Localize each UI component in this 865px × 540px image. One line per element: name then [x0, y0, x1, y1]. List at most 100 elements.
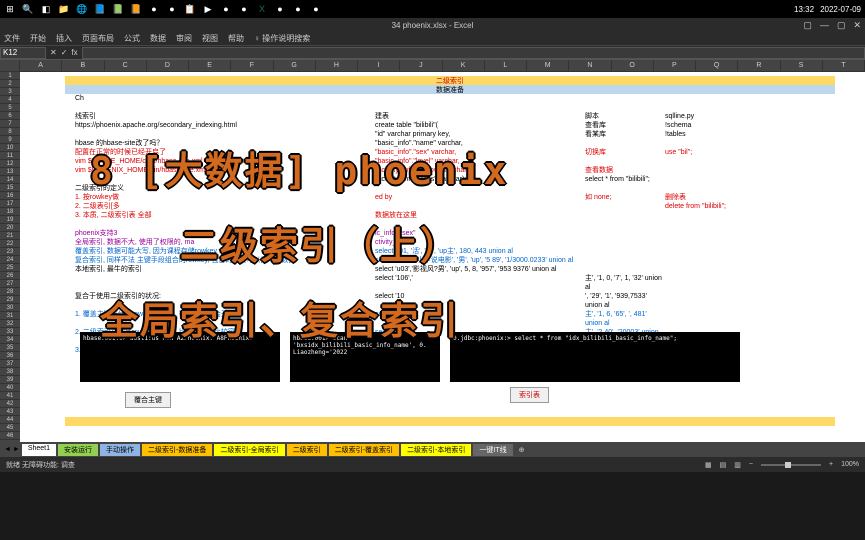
cell[interactable]: Ch [65, 94, 375, 103]
cell[interactable] [585, 94, 665, 103]
sheet-tab[interactable]: 二级索引-全局索引 [214, 444, 284, 456]
column-header[interactable]: P [654, 60, 696, 71]
sheet-tab[interactable]: 二级索引-本地索引 [401, 444, 471, 456]
taskbar-clock[interactable]: 13:32 2022-07-09 [794, 5, 861, 14]
cell[interactable]: 如 none; [585, 193, 665, 202]
sheet-tab[interactable]: Sheet1 [22, 444, 56, 456]
row-header[interactable]: 41 [0, 392, 20, 400]
cell[interactable] [665, 247, 745, 256]
cell[interactable] [585, 184, 665, 193]
row-header[interactable]: 4 [0, 96, 20, 104]
ribbon-tab[interactable]: 数据 [150, 33, 166, 44]
row-header[interactable]: 44 [0, 416, 20, 424]
minimize-icon[interactable]: — [820, 20, 829, 31]
cell[interactable]: 看某库 [585, 130, 665, 139]
close-icon[interactable]: ✕ [853, 20, 861, 31]
sheet-tab[interactable]: 安装运行 [58, 444, 98, 456]
app-icon[interactable]: ● [238, 3, 250, 15]
column-header[interactable]: T [823, 60, 865, 71]
cell[interactable]: use "bil"; [665, 148, 745, 157]
row-header[interactable]: 12 [0, 160, 20, 168]
cell[interactable]: 查看库 [585, 121, 665, 130]
ribbon-tab[interactable]: 审阅 [176, 33, 192, 44]
app-icon[interactable]: ● [148, 3, 160, 15]
row-header[interactable]: 8 [0, 128, 20, 136]
cell[interactable] [585, 229, 665, 238]
cell[interactable] [585, 157, 665, 166]
ribbon-tab[interactable]: 插入 [56, 33, 72, 44]
column-header[interactable]: N [569, 60, 611, 71]
cell[interactable] [585, 256, 665, 265]
cell[interactable]: 脚本 [585, 112, 665, 121]
row-header[interactable]: 15 [0, 184, 20, 192]
cell[interactable] [585, 139, 665, 148]
sheet-nav-arrows[interactable]: ◄ ► [4, 446, 20, 453]
row-header[interactable]: 40 [0, 384, 20, 392]
row-header[interactable]: 24 [0, 256, 20, 264]
row-header[interactable]: 38 [0, 368, 20, 376]
confirm-icon[interactable]: ✓ [61, 48, 68, 57]
column-header[interactable]: E [189, 60, 231, 71]
app-icon[interactable]: ● [292, 3, 304, 15]
fx-icon[interactable]: fx [71, 48, 77, 57]
column-header[interactable]: I [358, 60, 400, 71]
column-header[interactable]: Q [696, 60, 738, 71]
cell[interactable] [665, 175, 745, 184]
column-header[interactable]: C [105, 60, 147, 71]
cell[interactable] [375, 202, 585, 211]
cell[interactable] [665, 292, 745, 310]
cell[interactable]: select * from "bilibili"; [585, 175, 665, 184]
row-header[interactable]: 19 [0, 216, 20, 224]
app-icon[interactable]: ● [274, 3, 286, 15]
column-header[interactable]: O [612, 60, 654, 71]
row-header[interactable]: 10 [0, 144, 20, 152]
row-header[interactable]: 39 [0, 376, 20, 384]
search-icon[interactable]: 🔍 [22, 3, 34, 15]
new-sheet-icon[interactable]: ⊕ [519, 446, 525, 454]
ribbon-tab[interactable]: 帮助 [228, 33, 244, 44]
cell[interactable] [665, 265, 745, 274]
column-header[interactable]: L [485, 60, 527, 71]
row-header[interactable]: 16 [0, 192, 20, 200]
ribbon-tab[interactable]: 开始 [30, 33, 46, 44]
column-header[interactable]: A [20, 60, 62, 71]
ribbon-tab[interactable]: 页面布局 [82, 33, 114, 44]
cell[interactable]: 切换库 [585, 148, 665, 157]
app-icon[interactable]: ● [220, 3, 232, 15]
name-box[interactable]: K12 [0, 47, 46, 59]
maximize-icon[interactable]: ▢ [837, 20, 846, 31]
row-header[interactable]: 11 [0, 152, 20, 160]
cell[interactable] [665, 211, 745, 220]
formula-input[interactable] [82, 47, 865, 59]
cell[interactable] [375, 94, 585, 103]
row-header[interactable]: 25 [0, 264, 20, 272]
view-layout-icon[interactable]: ▤ [720, 461, 727, 469]
row-header[interactable]: 29 [0, 296, 20, 304]
row-header[interactable]: 45 [0, 424, 20, 432]
row-header[interactable]: 35 [0, 344, 20, 352]
select-all-corner[interactable] [0, 60, 20, 71]
row-header[interactable]: 2 [0, 80, 20, 88]
column-header[interactable]: J [400, 60, 442, 71]
zoom-level[interactable]: 100% [841, 461, 859, 468]
task-view-icon[interactable]: ◧ [40, 3, 52, 15]
app-icon[interactable]: ● [166, 3, 178, 15]
row-header[interactable]: 26 [0, 272, 20, 280]
row-header[interactable]: 43 [0, 408, 20, 416]
cell[interactable] [585, 238, 665, 247]
cell[interactable]: 删除表 [665, 193, 745, 202]
row-header[interactable]: 32 [0, 320, 20, 328]
column-header[interactable]: K [443, 60, 485, 71]
cell[interactable]: delete from "bilibili"; [665, 202, 745, 211]
row-header[interactable]: 17 [0, 200, 20, 208]
zoom-out-icon[interactable]: − [749, 461, 753, 468]
sheet-tab[interactable]: 二级索引-覆盖索引 [329, 444, 399, 456]
column-header[interactable]: D [147, 60, 189, 71]
sheet-tab[interactable]: 一键IT线 [473, 444, 512, 456]
view-break-icon[interactable]: ▥ [734, 461, 741, 469]
app-icon[interactable]: 📘 [94, 3, 106, 15]
ribbon-tab[interactable]: 公式 [124, 33, 140, 44]
row-header[interactable]: 33 [0, 328, 20, 336]
cell[interactable] [665, 310, 745, 328]
row-header[interactable]: 34 [0, 336, 20, 344]
